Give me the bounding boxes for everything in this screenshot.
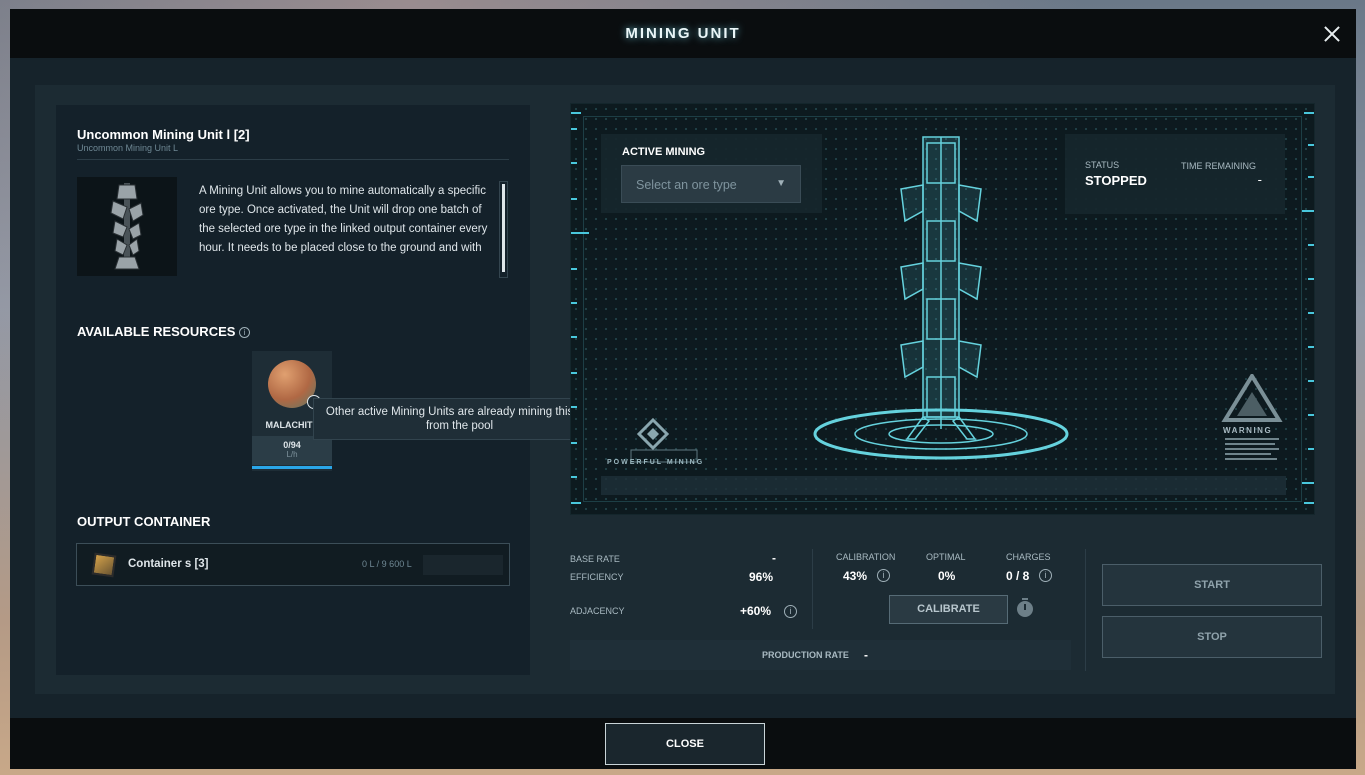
timer-icon	[1017, 598, 1033, 617]
container-capacity: 0 L / 9 600 L	[362, 559, 412, 569]
stop-button[interactable]: STOP	[1102, 616, 1322, 658]
mining-unit-hologram	[813, 136, 1069, 460]
status-value: STOPPED	[1085, 173, 1147, 188]
resource-selected-indicator	[252, 466, 332, 469]
start-button[interactable]: START	[1102, 564, 1322, 606]
mining-unit-image	[77, 177, 177, 276]
warning-label: WARNING	[1223, 426, 1273, 435]
close-button[interactable]: CLOSE	[605, 723, 765, 765]
container-name: Container s [3]	[128, 558, 209, 570]
info-icon[interactable]: i	[239, 327, 251, 339]
unit-subtitle: Uncommon Mining Unit L	[77, 143, 179, 153]
adjacency-value: +60%	[740, 604, 772, 618]
efficiency-label: EFFICIENCY	[570, 572, 624, 582]
container-fill-bar	[423, 555, 503, 575]
active-mining-label: ACTIVE MINING	[622, 146, 706, 158]
calibration-value: 43%	[843, 569, 868, 583]
production-rate-value: -	[864, 648, 868, 662]
optimal-value: 0%	[938, 569, 956, 583]
ore-type-select[interactable]: Select an ore type ▼	[621, 165, 801, 203]
hologram-bottom-bar	[601, 476, 1286, 495]
divider	[77, 159, 509, 160]
chevron-down-icon: ▼	[776, 178, 786, 189]
base-rate-value: -	[772, 551, 776, 565]
mining-unit-dialog: MINING UNIT Uncommon Mining Unit l [2] U…	[10, 9, 1356, 769]
status-box: STATUS STOPPED TIME REMAINING -	[1065, 134, 1285, 214]
production-rate-label: PRODUCTION RATE	[762, 650, 849, 660]
calibration-label: CALIBRATION	[836, 552, 896, 562]
title-bar: MINING UNIT	[10, 9, 1356, 58]
active-mining-box: ACTIVE MINING Select an ore type ▼	[601, 134, 822, 213]
status-label: STATUS	[1085, 160, 1120, 170]
resource-tooltip: Other active Mining Units are already mi…	[313, 398, 606, 440]
brand-tagline: POWERFUL MINING	[607, 459, 705, 466]
available-resources-label: AVAILABLE RESOURCES	[77, 324, 236, 339]
production-rate-bar: PRODUCTION RATE -	[570, 640, 1071, 670]
charges-value: 0 / 8	[1006, 569, 1030, 583]
container-icon	[91, 552, 117, 578]
output-container-row[interactable]: Container s [3] 0 L / 9 600 L	[76, 543, 510, 586]
left-tick-ruler	[571, 104, 589, 514]
unit-name: Uncommon Mining Unit l [2]	[77, 127, 250, 142]
optimal-label: OPTIMAL	[926, 552, 966, 562]
resource-amount: 0/94 L/h	[252, 436, 332, 465]
warning-sign	[1221, 374, 1283, 460]
divider	[1085, 549, 1086, 671]
dialog-title: MINING UNIT	[625, 25, 741, 42]
calibrate-button[interactable]: CALIBRATE	[889, 595, 1008, 624]
available-resources-heading: AVAILABLE RESOURCES i	[77, 324, 251, 339]
dialog-footer: CLOSE	[10, 718, 1356, 769]
unit-description: A Mining Unit allows you to mine automat…	[199, 185, 488, 254]
dialog-body: Uncommon Mining Unit l [2] Uncommon Mini…	[35, 85, 1335, 694]
info-icon[interactable]: i	[784, 605, 797, 618]
efficiency-value: 96%	[749, 570, 774, 584]
adjacency-label: ADJACENCY	[570, 606, 625, 616]
base-rate-label: BASE RATE	[570, 554, 620, 564]
unit-info-panel: Uncommon Mining Unit l [2] Uncommon Mini…	[56, 105, 530, 675]
hologram-viewport: ACTIVE MINING Select an ore type ▼ STATU…	[570, 103, 1315, 515]
ore-select-placeholder: Select an ore type	[636, 178, 737, 192]
info-icon[interactable]: i	[1039, 569, 1052, 582]
resource-amount-unit: L/h	[286, 450, 298, 459]
description-scrollbar[interactable]	[499, 181, 508, 278]
right-tick-ruler	[1300, 104, 1314, 514]
time-remaining-value: -	[1257, 172, 1262, 187]
time-remaining-label: TIME REMAINING	[1181, 161, 1257, 171]
close-icon[interactable]	[1320, 22, 1344, 46]
charges-label: CHARGES	[1006, 552, 1051, 562]
info-icon[interactable]: i	[877, 569, 890, 582]
divider	[812, 549, 813, 629]
output-container-heading: OUTPUT CONTAINER	[77, 514, 211, 529]
